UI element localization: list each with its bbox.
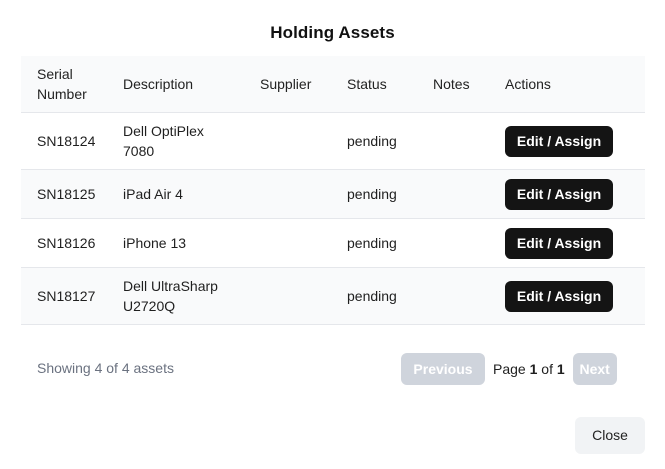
header-status: Status (347, 76, 387, 92)
edit-assign-button[interactable]: Edit / Assign (505, 178, 613, 210)
close-button[interactable]: Close (575, 417, 645, 454)
description-line1: Dell UltraSharp (123, 278, 218, 294)
serial-cell: SN18124 (37, 133, 96, 149)
serial-cell: SN18125 (37, 186, 96, 202)
description-cell: Dell OptiPlex 7080 (123, 121, 260, 161)
page-of: of (541, 361, 553, 377)
description-cell: Dell UltraSharp U2720Q (123, 276, 260, 316)
actions-cell: Edit / Assign (505, 178, 645, 210)
header-serial-line1: Serial (37, 66, 73, 82)
serial-cell: SN18126 (37, 235, 96, 251)
table-row: SN18124 Dell OptiPlex 7080 pending Edit … (21, 113, 645, 170)
page-current: 1 (529, 361, 538, 377)
previous-button[interactable]: Previous (401, 353, 485, 385)
holding-assets-modal: Holding Assets Serial Number Description… (0, 0, 665, 469)
next-button[interactable]: Next (572, 353, 617, 385)
table-row: SN18125 iPad Air 4 pending Edit / Assign (21, 170, 645, 219)
edit-assign-button[interactable]: Edit / Assign (505, 227, 613, 259)
actions-cell: Edit / Assign (505, 125, 645, 157)
pagination: Previous Page 1 of 1 Next (401, 353, 617, 385)
table-header: Serial Number Description Supplier Statu… (21, 56, 645, 113)
description-line2: U2720Q (123, 298, 176, 314)
header-supplier: Supplier (260, 76, 312, 92)
status-cell: pending (347, 235, 397, 251)
description-line1: iPad Air 4 (123, 186, 183, 202)
page-indicator: Page 1 of 1 (485, 361, 573, 377)
actions-cell: Edit / Assign (505, 227, 645, 259)
actions-cell: Edit / Assign (505, 280, 645, 312)
description-cell: iPhone 13 (123, 233, 260, 253)
assets-table: Serial Number Description Supplier Statu… (21, 56, 645, 325)
table-row: SN18126 iPhone 13 pending Edit / Assign (21, 219, 645, 268)
asset-count-text: Showing 4 of 4 assets (37, 360, 174, 376)
edit-assign-button[interactable]: Edit / Assign (505, 280, 613, 312)
header-serial-number: Serial Number (21, 64, 123, 104)
serial-cell: SN18127 (37, 288, 96, 304)
status-cell: pending (347, 186, 397, 202)
table-row: SN18127 Dell UltraSharp U2720Q pending E… (21, 268, 645, 325)
header-description: Description (123, 76, 194, 92)
header-notes: Notes (433, 76, 470, 92)
description-line1: iPhone 13 (123, 235, 187, 251)
edit-assign-button[interactable]: Edit / Assign (505, 125, 613, 157)
description-cell: iPad Air 4 (123, 184, 260, 204)
status-cell: pending (347, 288, 397, 304)
header-serial-line2: Number (37, 86, 87, 102)
description-line2: 7080 (123, 143, 155, 159)
description-line1: Dell OptiPlex (123, 123, 204, 139)
page-label: Page (493, 361, 526, 377)
modal-title: Holding Assets (270, 23, 395, 42)
page-total: 1 (556, 361, 565, 377)
status-cell: pending (347, 133, 397, 149)
header-actions: Actions (505, 76, 551, 92)
